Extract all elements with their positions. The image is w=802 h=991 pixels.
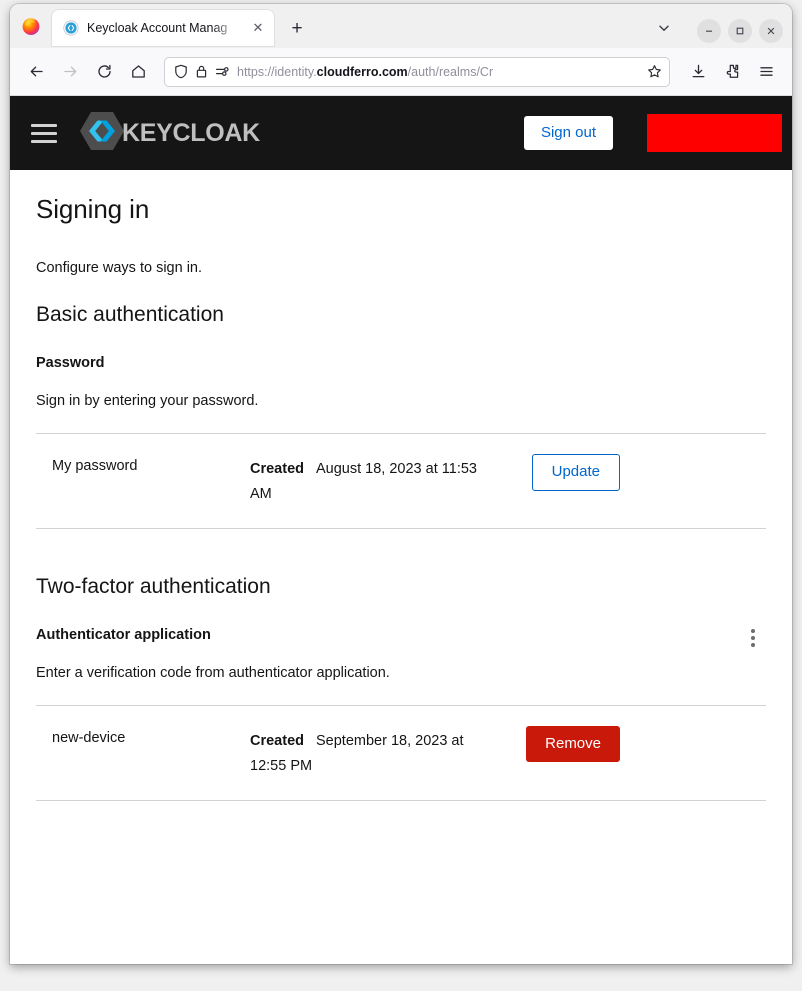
- credential-header-authenticator: Authenticator application: [36, 627, 766, 665]
- kebab-dot: [751, 643, 755, 647]
- redacted-username-block: [647, 114, 782, 152]
- page-viewport: KEYCLOAK Sign out Signing in Configure w…: [10, 96, 792, 964]
- browser-toolbar: https://identity.cloudferro.com/auth/rea…: [10, 48, 792, 96]
- page-title: Signing in: [36, 194, 766, 225]
- credential-name: My password: [36, 452, 250, 474]
- browser-window: Keycloak Account Manag ✕ +: [10, 4, 792, 964]
- created-label: Created: [250, 461, 304, 477]
- bookmark-star-icon[interactable]: [647, 64, 662, 79]
- firefox-logo-icon: [10, 4, 52, 48]
- url-path: /auth/realms/Cr: [408, 65, 493, 79]
- credential-action: Remove: [480, 724, 620, 763]
- credential-row-my-password: My password CreatedAugust 18, 2023 at 11…: [36, 434, 766, 528]
- nav-toggle-bar: [31, 140, 57, 143]
- browser-tab-keycloak[interactable]: Keycloak Account Manag ✕: [52, 10, 274, 46]
- remove-device-button[interactable]: Remove: [526, 726, 620, 763]
- kebab-dot: [751, 636, 755, 640]
- sign-out-button[interactable]: Sign out: [524, 116, 613, 151]
- home-icon[interactable]: [122, 56, 154, 88]
- forward-icon: [54, 56, 86, 88]
- minimize-button[interactable]: [697, 19, 721, 43]
- nav-toggle-icon[interactable]: [31, 118, 61, 148]
- downloads-icon[interactable]: [682, 56, 714, 88]
- close-window-button[interactable]: [759, 19, 783, 43]
- app-menu-icon[interactable]: [750, 56, 782, 88]
- url-prefix: https://identity.: [237, 65, 317, 79]
- credential-action: Update: [480, 452, 620, 491]
- keycloak-brand-text: KEYCLOAK: [122, 119, 260, 148]
- url-host: cloudferro.com: [317, 65, 408, 79]
- tab-title: Keycloak Account Manag: [87, 21, 240, 35]
- lock-icon[interactable]: [195, 64, 208, 79]
- credential-label-password: Password: [36, 355, 105, 371]
- created-label: Created: [250, 733, 304, 749]
- update-password-button[interactable]: Update: [532, 454, 620, 491]
- chevron-down-icon[interactable]: [649, 13, 679, 43]
- url-text[interactable]: https://identity.cloudferro.com/auth/rea…: [237, 65, 640, 79]
- credential-label-authenticator: Authenticator application: [36, 627, 211, 643]
- nav-toggle-bar: [31, 124, 57, 127]
- maximize-button[interactable]: [728, 19, 752, 43]
- section-heading-basic-authentication: Basic authentication: [36, 303, 766, 327]
- nav-toggle-bar: [31, 132, 57, 135]
- reload-icon[interactable]: [88, 56, 120, 88]
- tab-close-icon[interactable]: ✕: [248, 18, 268, 38]
- divider: [36, 800, 766, 801]
- back-icon[interactable]: [20, 56, 52, 88]
- tab-strip: Keycloak Account Manag ✕ +: [10, 4, 792, 48]
- address-bar[interactable]: https://identity.cloudferro.com/auth/rea…: [164, 57, 670, 87]
- keycloak-brand[interactable]: KEYCLOAK: [79, 110, 260, 157]
- credential-header-password: Password: [36, 355, 766, 393]
- keycloak-logo-icon: [79, 110, 125, 157]
- section-heading-two-factor-authentication: Two-factor authentication: [36, 575, 766, 599]
- page-content: Signing in Configure ways to sign in. Ba…: [10, 170, 792, 801]
- credential-description-password: Sign in by entering your password.: [36, 393, 766, 409]
- credential-name: new-device: [36, 724, 250, 746]
- credential-row-new-device: new-device CreatedSeptember 18, 2023 at …: [36, 706, 766, 800]
- credential-created-meta: CreatedAugust 18, 2023 at 11:53 AM: [250, 452, 480, 508]
- extensions-icon[interactable]: [716, 56, 748, 88]
- credential-description-authenticator: Enter a verification code from authentic…: [36, 665, 766, 681]
- credential-created-meta: CreatedSeptember 18, 2023 at 12:55 PM: [250, 724, 480, 780]
- page-subtitle: Configure ways to sign in.: [36, 260, 766, 276]
- keycloak-favicon-icon: [63, 20, 79, 36]
- kebab-dot: [751, 629, 755, 633]
- window-controls: [697, 19, 783, 43]
- kebab-menu-icon[interactable]: [740, 625, 766, 651]
- keycloak-masthead: KEYCLOAK Sign out: [10, 96, 792, 170]
- shield-icon[interactable]: [174, 64, 188, 79]
- site-permissions-icon[interactable]: [215, 65, 230, 78]
- section-gap: [36, 529, 766, 575]
- new-tab-button[interactable]: +: [282, 14, 312, 44]
